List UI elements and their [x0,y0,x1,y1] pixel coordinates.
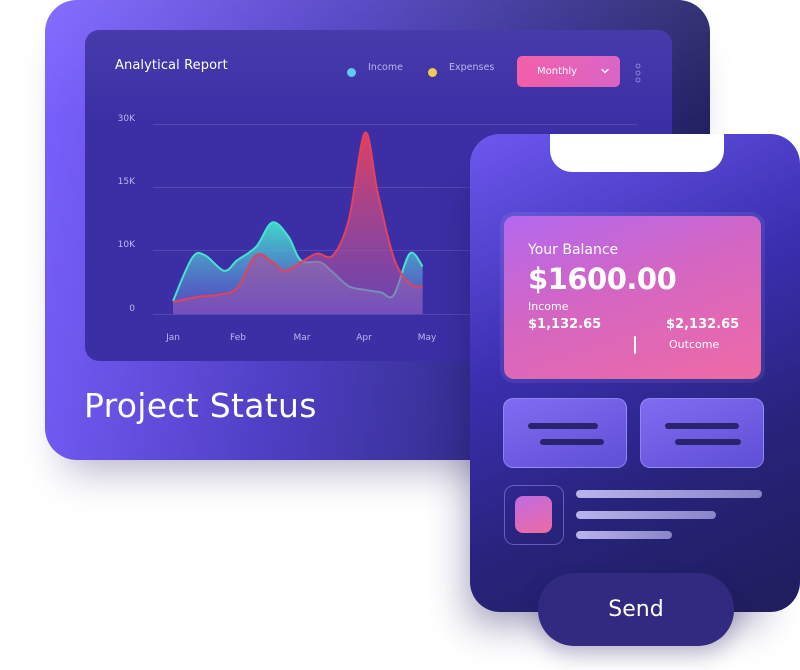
phone-device: Your Balance $1600.00 Income $1,132.65 $… [470,134,800,612]
balance-card[interactable]: Your Balance $1600.00 Income $1,132.65 $… [504,216,761,379]
x-tick-label: Jan [166,333,180,343]
tile-placeholder-line [665,423,739,429]
outcome-label: Outcome [669,338,720,351]
x-tick-label: Feb [230,333,246,343]
list-placeholder-line [576,490,762,498]
action-tile-right[interactable] [640,398,764,468]
x-tick-label: May [417,333,437,343]
project-status-caption: Project Status [84,386,317,425]
x-tick-label: Mar [293,333,311,343]
income-label: Income [528,300,569,313]
balance-amount: $1600.00 [528,262,677,296]
income-value: $1,132.65 [528,317,602,332]
list-placeholder-line [576,511,716,519]
card-divider [634,336,636,354]
app-icon-fill [515,496,552,533]
send-button[interactable]: Send [538,573,734,646]
app-icon[interactable] [504,485,564,545]
list-placeholder-line [576,531,672,539]
phone-notch [550,134,724,172]
outcome-value: $2,132.65 [666,317,740,332]
tile-placeholder-line [540,439,604,445]
x-tick-label: Apr [356,333,372,343]
action-tile-left[interactable] [503,398,627,468]
tile-placeholder-line [675,439,741,445]
balance-label: Your Balance [528,242,619,258]
tile-placeholder-line [528,423,598,429]
